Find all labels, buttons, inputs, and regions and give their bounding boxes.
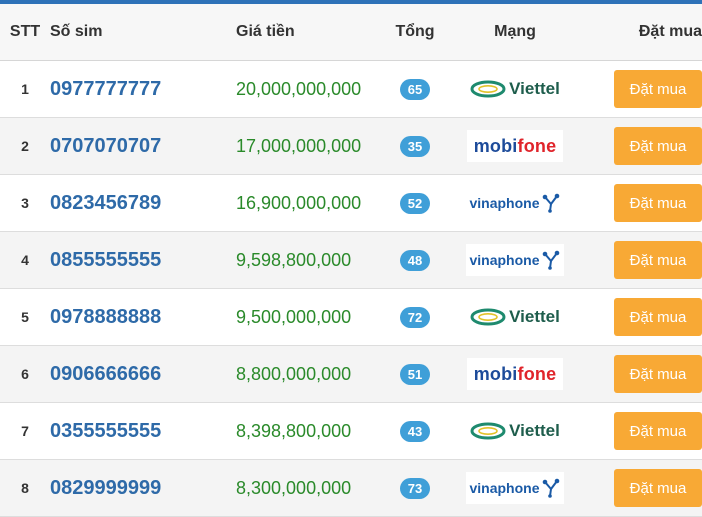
table-row: 4 0855555555 9,598,800,000 48 vinaphone (0, 231, 702, 289)
total-badge: 43 (400, 420, 430, 442)
row-stt: 4 (0, 231, 50, 289)
network-label: Viettel (509, 421, 560, 440)
buy-button[interactable]: Đặt mua (614, 127, 702, 165)
viettel-swirl-icon (470, 80, 506, 98)
total-badge: 48 (400, 249, 430, 271)
sim-price: 16,900,000,000 (236, 192, 362, 213)
row-stt: 7 (0, 402, 50, 460)
sim-table: STT Số sim Giá tiền Tổng Mạng Đặt mua 1 … (0, 4, 702, 517)
sim-number-link[interactable]: 0977777777 (50, 78, 161, 100)
row-stt: 6 (0, 345, 50, 403)
table-row: 8 0829999999 8,300,000,000 73 vinaphone (0, 459, 702, 517)
sim-price: 20,000,000,000 (236, 78, 362, 99)
header-buy: Đặt mua (586, 4, 702, 61)
total-badge: 65 (400, 78, 430, 100)
total-badge: 52 (400, 192, 430, 214)
header-network: Mạng (444, 4, 586, 61)
vinaphone-logo-icon: vinaphone (466, 244, 564, 276)
row-stt: 8 (0, 459, 50, 517)
viettel-logo-icon: Viettel (467, 73, 563, 105)
sim-price: 8,398,800,000 (236, 420, 352, 441)
sim-price: 9,598,800,000 (236, 249, 352, 270)
table-row: 7 0355555555 8,398,800,000 43 Viettel Đặ… (0, 402, 702, 460)
header-total: Tổng (386, 4, 444, 61)
viettel-swirl-icon (470, 308, 506, 326)
network-label: vinaphone (469, 252, 540, 268)
row-stt: 2 (0, 117, 50, 175)
network-label: vinaphone (469, 480, 540, 496)
network-label: Viettel (509, 79, 560, 98)
vinaphone-star-icon (542, 250, 559, 270)
table-row: 6 0906666666 8,800,000,000 51 mobifone Đ… (0, 345, 702, 403)
table-row: 2 0707070707 17,000,000,000 35 mobifone … (0, 117, 702, 175)
viettel-logo-icon: Viettel (467, 415, 563, 447)
sim-price: 8,300,000,000 (236, 477, 352, 498)
vinaphone-star-icon (542, 193, 559, 213)
sim-price: 9,500,000,000 (236, 306, 352, 327)
buy-button[interactable]: Đặt mua (614, 412, 702, 450)
viettel-logo-icon: Viettel (467, 301, 563, 333)
sim-number-link[interactable]: 0978888888 (50, 306, 161, 328)
sim-price: 17,000,000,000 (236, 135, 362, 156)
buy-button[interactable]: Đặt mua (614, 184, 702, 222)
table-row: 1 0977777777 20,000,000,000 65 Viettel Đ… (0, 60, 702, 118)
row-stt: 1 (0, 60, 50, 118)
sim-price: 8,800,000,000 (236, 363, 352, 384)
table-row: 5 0978888888 9,500,000,000 72 Viettel Đặ… (0, 288, 702, 346)
viettel-swirl-icon (470, 422, 506, 440)
total-badge: 51 (400, 363, 430, 385)
total-badge: 73 (400, 477, 430, 499)
buy-button[interactable]: Đặt mua (614, 241, 702, 279)
buy-button[interactable]: Đặt mua (614, 355, 702, 393)
sim-number-link[interactable]: 0355555555 (50, 420, 161, 442)
row-stt: 5 (0, 288, 50, 346)
sim-number-link[interactable]: 0829999999 (50, 477, 161, 499)
row-stt: 3 (0, 174, 50, 232)
network-label: mobifone (473, 135, 557, 156)
buy-button[interactable]: Đặt mua (614, 469, 702, 507)
sim-number-link[interactable]: 0855555555 (50, 249, 161, 271)
header-price: Giá tiền (236, 4, 386, 61)
buy-button[interactable]: Đặt mua (614, 70, 702, 108)
table-row: 3 0823456789 16,900,000,000 52 vinaphone (0, 174, 702, 232)
buy-button[interactable]: Đặt mua (614, 298, 702, 336)
network-label: Viettel (509, 307, 560, 326)
vinaphone-logo-icon: vinaphone (466, 472, 564, 504)
header-stt: STT (0, 4, 50, 61)
total-badge: 35 (400, 135, 430, 157)
header-sim: Số sim (50, 4, 236, 61)
vinaphone-star-icon (542, 478, 559, 498)
vinaphone-logo-icon: vinaphone (466, 187, 564, 219)
network-label: mobifone (473, 363, 557, 384)
sim-number-link[interactable]: 0823456789 (50, 192, 161, 214)
mobifone-logo-icon: mobifone (467, 130, 563, 162)
sim-number-link[interactable]: 0906666666 (50, 363, 161, 385)
mobifone-logo-icon: mobifone (467, 358, 563, 390)
total-badge: 72 (400, 306, 430, 328)
table-header-row: STT Số sim Giá tiền Tổng Mạng Đặt mua (0, 4, 702, 61)
sim-number-link[interactable]: 0707070707 (50, 135, 161, 157)
network-label: vinaphone (469, 195, 540, 211)
